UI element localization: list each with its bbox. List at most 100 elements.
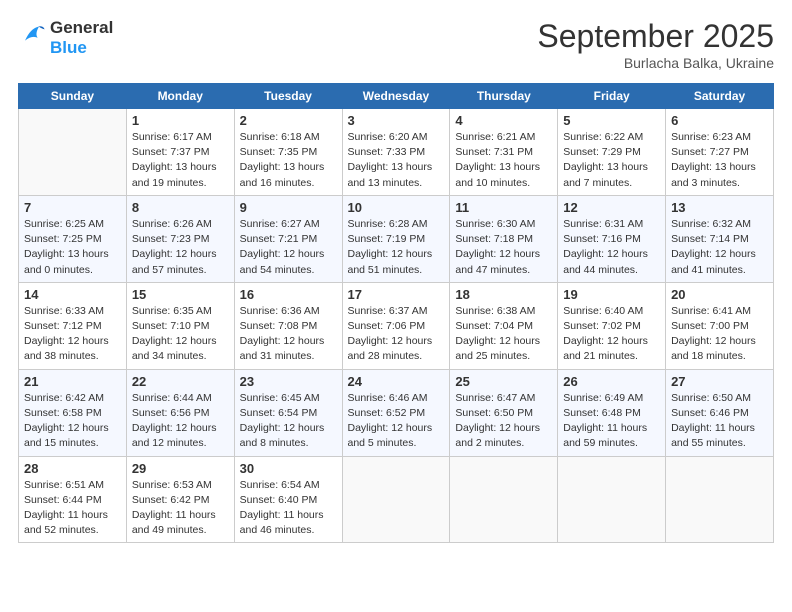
day-info: Sunrise: 6:49 AMSunset: 6:48 PMDaylight:…	[563, 391, 660, 452]
col-friday: Friday	[558, 84, 666, 109]
day-number: 12	[563, 200, 660, 215]
day-number: 18	[455, 287, 552, 302]
logo: General Blue	[18, 18, 113, 57]
calendar-cell	[342, 456, 450, 543]
calendar-cell: 6 Sunrise: 6:23 AMSunset: 7:27 PMDaylight…	[666, 109, 774, 196]
calendar-cell: 18 Sunrise: 6:38 AMSunset: 7:04 PMDayligh…	[450, 282, 558, 369]
day-number: 19	[563, 287, 660, 302]
calendar-cell: 8 Sunrise: 6:26 AMSunset: 7:23 PMDaylight…	[126, 195, 234, 282]
day-number: 26	[563, 374, 660, 389]
calendar-cell	[558, 456, 666, 543]
location: Burlacha Balka, Ukraine	[537, 55, 774, 71]
day-info: Sunrise: 6:32 AMSunset: 7:14 PMDaylight:…	[671, 217, 768, 278]
day-info: Sunrise: 6:18 AMSunset: 7:35 PMDaylight:…	[240, 130, 337, 191]
day-info: Sunrise: 6:40 AMSunset: 7:02 PMDaylight:…	[563, 304, 660, 365]
day-number: 14	[24, 287, 121, 302]
calendar-cell: 15 Sunrise: 6:35 AMSunset: 7:10 PMDayligh…	[126, 282, 234, 369]
day-number: 16	[240, 287, 337, 302]
calendar-cell: 2 Sunrise: 6:18 AMSunset: 7:35 PMDaylight…	[234, 109, 342, 196]
day-info: Sunrise: 6:35 AMSunset: 7:10 PMDaylight:…	[132, 304, 229, 365]
day-number: 30	[240, 461, 337, 476]
col-saturday: Saturday	[666, 84, 774, 109]
day-info: Sunrise: 6:28 AMSunset: 7:19 PMDaylight:…	[348, 217, 445, 278]
logo-text: General Blue	[50, 18, 113, 57]
day-info: Sunrise: 6:25 AMSunset: 7:25 PMDaylight:…	[24, 217, 121, 278]
day-info: Sunrise: 6:38 AMSunset: 7:04 PMDaylight:…	[455, 304, 552, 365]
col-wednesday: Wednesday	[342, 84, 450, 109]
day-info: Sunrise: 6:41 AMSunset: 7:00 PMDaylight:…	[671, 304, 768, 365]
day-number: 29	[132, 461, 229, 476]
calendar-cell: 5 Sunrise: 6:22 AMSunset: 7:29 PMDaylight…	[558, 109, 666, 196]
day-number: 15	[132, 287, 229, 302]
day-info: Sunrise: 6:21 AMSunset: 7:31 PMDaylight:…	[455, 130, 552, 191]
day-info: Sunrise: 6:26 AMSunset: 7:23 PMDaylight:…	[132, 217, 229, 278]
calendar-cell: 17 Sunrise: 6:37 AMSunset: 7:06 PMDayligh…	[342, 282, 450, 369]
day-info: Sunrise: 6:36 AMSunset: 7:08 PMDaylight:…	[240, 304, 337, 365]
calendar-cell	[19, 109, 127, 196]
day-info: Sunrise: 6:27 AMSunset: 7:21 PMDaylight:…	[240, 217, 337, 278]
day-number: 23	[240, 374, 337, 389]
day-number: 3	[348, 113, 445, 128]
day-number: 4	[455, 113, 552, 128]
calendar-cell: 1 Sunrise: 6:17 AMSunset: 7:37 PMDaylight…	[126, 109, 234, 196]
calendar-cell: 7 Sunrise: 6:25 AMSunset: 7:25 PMDaylight…	[19, 195, 127, 282]
week-row-4: 21 Sunrise: 6:42 AMSunset: 6:58 PMDayligh…	[19, 369, 774, 456]
col-monday: Monday	[126, 84, 234, 109]
calendar-cell	[666, 456, 774, 543]
day-number: 17	[348, 287, 445, 302]
calendar-cell: 22Sunrise: 6:44 AMSunset: 6:56 PMDayligh…	[126, 369, 234, 456]
day-info: Sunrise: 6:53 AMSunset: 6:42 PMDaylight:…	[132, 478, 229, 539]
day-number: 10	[348, 200, 445, 215]
header: General Blue September 2025 Burlacha Bal…	[18, 18, 774, 71]
col-sunday: Sunday	[19, 84, 127, 109]
day-number: 21	[24, 374, 121, 389]
week-row-5: 28Sunrise: 6:51 AMSunset: 6:44 PMDayligh…	[19, 456, 774, 543]
day-number: 1	[132, 113, 229, 128]
day-info: Sunrise: 6:31 AMSunset: 7:16 PMDaylight:…	[563, 217, 660, 278]
page: General Blue September 2025 Burlacha Bal…	[0, 0, 792, 612]
day-info: Sunrise: 6:42 AMSunset: 6:58 PMDaylight:…	[24, 391, 121, 452]
calendar-cell: 21 Sunrise: 6:42 AMSunset: 6:58 PMDayligh…	[19, 369, 127, 456]
calendar-cell: 23 Sunrise: 6:45 AMSunset: 6:54 PMDayligh…	[234, 369, 342, 456]
calendar-cell: 27Sunrise: 6:50 AMSunset: 6:46 PMDayligh…	[666, 369, 774, 456]
month-title: September 2025	[537, 18, 774, 55]
day-number: 7	[24, 200, 121, 215]
day-info: Sunrise: 6:23 AMSunset: 7:27 PMDaylight:…	[671, 130, 768, 191]
day-number: 24	[348, 374, 445, 389]
day-info: Sunrise: 6:17 AMSunset: 7:37 PMDaylight:…	[132, 130, 229, 191]
day-number: 6	[671, 113, 768, 128]
calendar-cell: 19 Sunrise: 6:40 AMSunset: 7:02 PMDayligh…	[558, 282, 666, 369]
calendar-cell: 14Sunrise: 6:33 AMSunset: 7:12 PMDayligh…	[19, 282, 127, 369]
week-row-3: 14Sunrise: 6:33 AMSunset: 7:12 PMDayligh…	[19, 282, 774, 369]
day-info: Sunrise: 6:30 AMSunset: 7:18 PMDaylight:…	[455, 217, 552, 278]
calendar-cell: 26 Sunrise: 6:49 AMSunset: 6:48 PMDayligh…	[558, 369, 666, 456]
day-info: Sunrise: 6:45 AMSunset: 6:54 PMDaylight:…	[240, 391, 337, 452]
calendar-cell: 9 Sunrise: 6:27 AMSunset: 7:21 PMDaylight…	[234, 195, 342, 282]
calendar-cell: 25 Sunrise: 6:47 AMSunset: 6:50 PMDayligh…	[450, 369, 558, 456]
calendar-cell: 12 Sunrise: 6:31 AMSunset: 7:16 PMDayligh…	[558, 195, 666, 282]
day-number: 27	[671, 374, 768, 389]
day-number: 13	[671, 200, 768, 215]
calendar-cell: 20 Sunrise: 6:41 AMSunset: 7:00 PMDayligh…	[666, 282, 774, 369]
calendar-table: Sunday Monday Tuesday Wednesday Thursday…	[18, 83, 774, 543]
day-info: Sunrise: 6:47 AMSunset: 6:50 PMDaylight:…	[455, 391, 552, 452]
day-number: 20	[671, 287, 768, 302]
col-thursday: Thursday	[450, 84, 558, 109]
day-number: 5	[563, 113, 660, 128]
week-row-2: 7 Sunrise: 6:25 AMSunset: 7:25 PMDaylight…	[19, 195, 774, 282]
calendar-cell: 10 Sunrise: 6:28 AMSunset: 7:19 PMDayligh…	[342, 195, 450, 282]
week-row-1: 1 Sunrise: 6:17 AMSunset: 7:37 PMDaylight…	[19, 109, 774, 196]
day-info: Sunrise: 6:22 AMSunset: 7:29 PMDaylight:…	[563, 130, 660, 191]
day-number: 2	[240, 113, 337, 128]
day-info: Sunrise: 6:51 AMSunset: 6:44 PMDaylight:…	[24, 478, 121, 539]
calendar-cell: 4 Sunrise: 6:21 AMSunset: 7:31 PMDaylight…	[450, 109, 558, 196]
day-number: 11	[455, 200, 552, 215]
calendar-cell: 30Sunrise: 6:54 AMSunset: 6:40 PMDayligh…	[234, 456, 342, 543]
calendar-cell: 16 Sunrise: 6:36 AMSunset: 7:08 PMDayligh…	[234, 282, 342, 369]
day-number: 22	[132, 374, 229, 389]
day-number: 25	[455, 374, 552, 389]
day-info: Sunrise: 6:37 AMSunset: 7:06 PMDaylight:…	[348, 304, 445, 365]
calendar-cell: 13 Sunrise: 6:32 AMSunset: 7:14 PMDayligh…	[666, 195, 774, 282]
day-number: 9	[240, 200, 337, 215]
day-number: 8	[132, 200, 229, 215]
